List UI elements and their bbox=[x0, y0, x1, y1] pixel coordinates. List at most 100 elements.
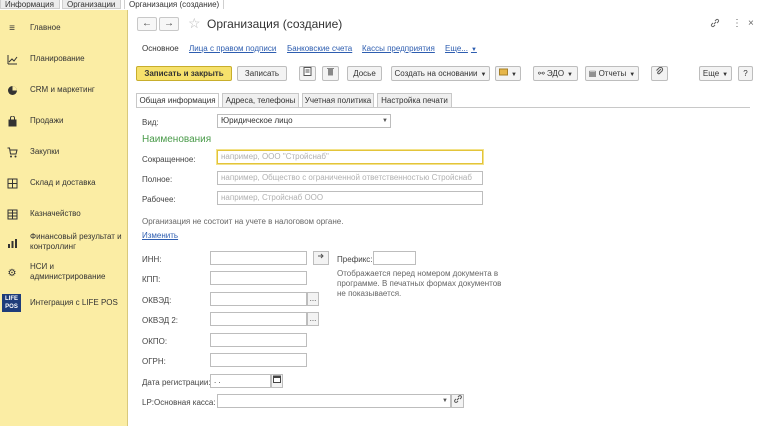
top-tab-bar: Информация Организации Организация (созд… bbox=[0, 0, 757, 10]
sidebar-item-lifepos[interactable]: LIFE POS Интеграция с LIFE POS bbox=[0, 294, 128, 312]
cash-register-select[interactable]: ▼ bbox=[217, 394, 451, 408]
sidebar-item-label: Главное bbox=[30, 23, 61, 32]
tab-general-info[interactable]: Общая информация bbox=[136, 93, 219, 108]
sidebar-item-crm[interactable]: CRM и маркетинг bbox=[0, 82, 128, 98]
vid-select[interactable]: Юридическое лицо ▼ bbox=[217, 114, 391, 128]
calendar-icon bbox=[273, 375, 281, 383]
main-form: ← → ☆ Организация (создание) ⋮ × Основно… bbox=[129, 10, 757, 426]
okpo-label: ОКПО: bbox=[142, 337, 168, 346]
sidebar-item-label: НСИ и администрирование bbox=[30, 262, 106, 281]
grid-icon bbox=[6, 208, 18, 220]
ogrn-label: ОГРН: bbox=[142, 357, 166, 366]
gear-icon: ⚙ bbox=[7, 267, 17, 279]
sidebar-item-label: Интеграция с LIFE POS bbox=[30, 298, 118, 307]
dossier-button[interactable]: Досье bbox=[347, 66, 382, 81]
fill-by-inn-button[interactable] bbox=[313, 251, 329, 265]
ogrn-input[interactable] bbox=[210, 353, 307, 367]
folder-icon bbox=[499, 68, 509, 76]
subnav-signatories[interactable]: Лица с правом подписи bbox=[189, 44, 276, 53]
cart-icon bbox=[6, 146, 18, 158]
change-link[interactable]: Изменить bbox=[142, 231, 178, 241]
delete-button[interactable] bbox=[322, 66, 339, 81]
reports-button[interactable]: ▤ Отчеты ▼ bbox=[585, 66, 639, 81]
edo-icon: ⚯ bbox=[537, 69, 547, 78]
sidebar-item-financial[interactable]: Финансовый результат и контроллинг bbox=[0, 232, 128, 254]
attach-button[interactable] bbox=[651, 66, 668, 81]
reg-date-label: Дата регистрации: bbox=[142, 378, 211, 387]
bars-icon bbox=[6, 237, 18, 249]
sidebar-item-nsi[interactable]: ⚙ НСИ и администрирование bbox=[0, 262, 128, 284]
create-based-on-button[interactable]: Создать на основании ▼ bbox=[391, 66, 490, 81]
open-link-icon bbox=[453, 395, 462, 403]
okved-select-button[interactable]: ... bbox=[307, 292, 319, 306]
tab-print-settings[interactable]: Настройка печати bbox=[377, 93, 452, 108]
sidebar-item-label: Продажи bbox=[30, 116, 64, 125]
favorite-star-icon[interactable]: ☆ bbox=[188, 15, 201, 32]
okved-input[interactable] bbox=[210, 292, 307, 306]
full-name-input[interactable]: например, Общество с ограниченной ответс… bbox=[217, 171, 483, 185]
okved2-input[interactable] bbox=[210, 312, 307, 326]
cash-register-label: LP:Основная касса: bbox=[142, 398, 216, 407]
back-button[interactable]: ← bbox=[137, 17, 157, 31]
page-title: Организация (создание) bbox=[207, 17, 343, 31]
chevron-down-icon: ▼ bbox=[382, 118, 388, 124]
sidebar-item-main[interactable]: ≡ Главное bbox=[0, 20, 128, 36]
close-icon[interactable]: × bbox=[748, 18, 754, 29]
sidebar-item-purchases[interactable]: Закупки bbox=[0, 144, 128, 160]
edo-button[interactable]: ⚯ ЭДО ▼ bbox=[533, 66, 578, 81]
subnav-bank-accounts[interactable]: Банковские счета bbox=[287, 44, 352, 53]
more-vertical-icon[interactable]: ⋮ bbox=[732, 18, 742, 29]
tax-info-text: Организация не состоит на учете в налого… bbox=[142, 217, 344, 226]
menu-icon: ≡ bbox=[9, 22, 15, 34]
open-cash-register-button[interactable] bbox=[451, 394, 464, 408]
sidebar-item-treasury[interactable]: Казначейство bbox=[0, 206, 128, 222]
paperclip-icon bbox=[656, 66, 664, 75]
work-name-input[interactable]: например, Стройснаб ООО bbox=[217, 191, 483, 205]
pie-icon bbox=[6, 84, 18, 96]
top-tab-info[interactable]: Информация bbox=[0, 0, 60, 9]
sidebar-item-label: Финансовый результат и контроллинг bbox=[30, 232, 122, 251]
chevron-down-icon: ▼ bbox=[442, 398, 448, 404]
okved2-label: ОКВЭД 2: bbox=[142, 316, 179, 325]
attachments-dropdown-button[interactable]: ▼ bbox=[495, 66, 521, 81]
calendar-button[interactable] bbox=[271, 374, 283, 388]
prefix-info-text: Отображается перед номером документа в п… bbox=[337, 269, 502, 298]
prefix-input[interactable] bbox=[373, 251, 416, 265]
okpo-input[interactable] bbox=[210, 333, 307, 347]
section-title: Наименования bbox=[142, 134, 212, 145]
print-doc-button[interactable] bbox=[299, 66, 316, 81]
subnav-more[interactable]: Еще... ▼ bbox=[445, 44, 477, 53]
sidebar: ≡ Главное Планирование CRM и маркетинг П… bbox=[0, 10, 128, 426]
top-tab-organizations[interactable]: Организации bbox=[62, 0, 121, 9]
reg-date-input[interactable]: . . bbox=[210, 374, 271, 388]
top-tab-organization-create[interactable]: Организация (создание) bbox=[124, 0, 224, 9]
save-and-close-button[interactable]: Записать и закрыть bbox=[136, 66, 232, 81]
kpp-input[interactable] bbox=[210, 271, 307, 285]
link-icon[interactable] bbox=[710, 18, 720, 31]
vid-label: Вид: bbox=[142, 118, 159, 127]
short-name-input[interactable]: например, ООО "Стройснаб" bbox=[217, 150, 483, 164]
short-name-label: Сокращенное: bbox=[142, 155, 196, 164]
sidebar-item-label: CRM и маркетинг bbox=[30, 85, 95, 94]
sidebar-item-planning[interactable]: Планирование bbox=[0, 51, 128, 67]
tab-accounting-policy[interactable]: Учетная политика bbox=[302, 93, 374, 108]
subnav-main[interactable]: Основное bbox=[142, 44, 179, 53]
grid-icon bbox=[6, 177, 18, 189]
full-name-label: Полное: bbox=[142, 175, 173, 184]
more-button[interactable]: Еще ▼ bbox=[699, 66, 732, 81]
forward-button[interactable]: → bbox=[159, 17, 179, 31]
sidebar-item-warehouse[interactable]: Склад и доставка bbox=[0, 175, 128, 191]
lifepos-logo: LIFE POS bbox=[2, 294, 21, 312]
help-button[interactable]: ? bbox=[738, 66, 753, 81]
subnav-cash-registers[interactable]: Кассы предприятия bbox=[362, 44, 435, 53]
sidebar-item-sales[interactable]: Продажи bbox=[0, 113, 128, 129]
sidebar-item-label: Склад и доставка bbox=[30, 178, 96, 187]
work-name-label: Рабочее: bbox=[142, 195, 176, 204]
tab-addresses-phones[interactable]: Адреса, телефоны bbox=[222, 93, 299, 108]
save-button[interactable]: Записать bbox=[237, 66, 287, 81]
fill-arrow-icon bbox=[318, 253, 324, 259]
inn-input[interactable] bbox=[210, 251, 307, 265]
document-icon bbox=[303, 67, 312, 76]
okved2-select-button[interactable]: ... bbox=[307, 312, 319, 326]
inn-label: ИНН: bbox=[142, 255, 162, 264]
